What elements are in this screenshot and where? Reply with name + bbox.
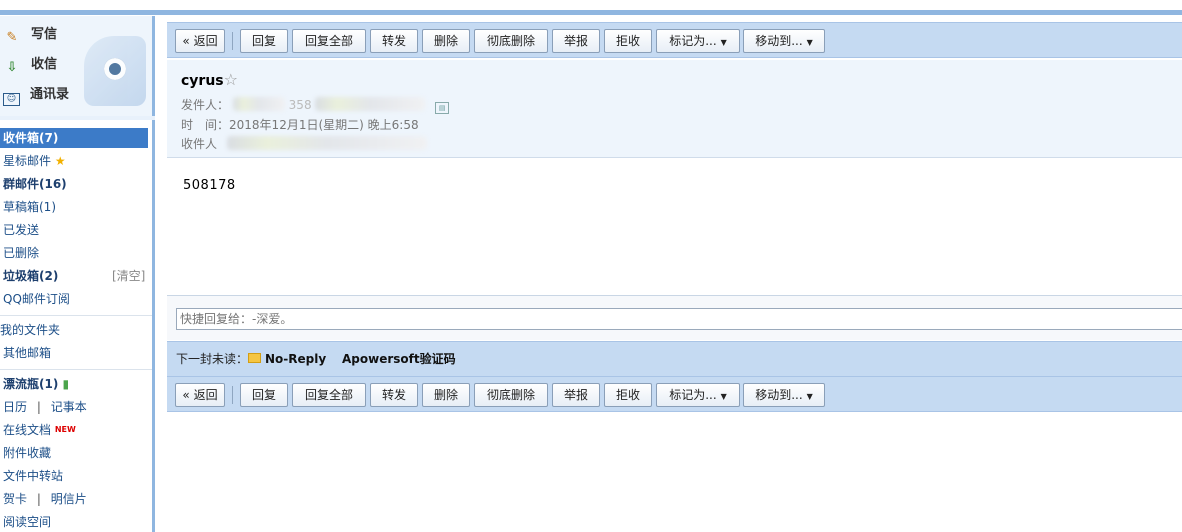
greeting-card-link[interactable]: 贺卡 [3, 492, 27, 506]
pencil-icon: ✎ [6, 30, 18, 45]
reject-button[interactable]: 拒收 [604, 383, 652, 407]
folder-starred[interactable]: 星标邮件 ★ [3, 151, 66, 171]
top-toolbar: « 返回 回复 回复全部 转发 删除 彻底删除 举报 拒收 标记为... ▼ 移动… [167, 22, 1182, 58]
postcard-link[interactable]: 明信片 [51, 492, 87, 506]
new-badge: NEW [54, 425, 76, 434]
reply-all-button[interactable]: 回复全部 [292, 383, 366, 407]
mark-as-dropdown[interactable]: 标记为... ▼ [656, 383, 740, 407]
cards-row: 贺卡 | 明信片 [3, 489, 87, 509]
back-button[interactable]: « 返回 [175, 383, 225, 407]
forward-button[interactable]: 转发 [370, 29, 418, 53]
move-to-dropdown[interactable]: 移动到... ▼ [743, 29, 825, 53]
folder-group-mail[interactable]: 群邮件(16) [3, 174, 67, 194]
reply-button[interactable]: 回复 [240, 29, 288, 53]
chevron-down-icon: ▼ [720, 392, 727, 401]
file-transfer-link[interactable]: 文件中转站 [3, 466, 63, 486]
quick-reply-input[interactable] [176, 308, 1182, 330]
sidebar: ✎ 写信 ⇩ 收信 ☺ 通讯录 收件箱(7) 星标邮件 ★ 群邮件(16) 草稿箱(1… [0, 16, 155, 532]
online-docs-link[interactable]: 在线文档 NEW [3, 420, 76, 440]
calendar-notes-row: 日历 | 记事本 [3, 397, 87, 417]
time-row: 时 间：2018年12月1日(星期二) 晚上6:58 [181, 118, 419, 132]
penguin-decoration-icon [84, 36, 146, 106]
add-contact-icon[interactable]: ▤ [435, 102, 450, 114]
delete-button[interactable]: 删除 [422, 383, 470, 407]
folder-other-mailboxes[interactable]: 其他邮箱 [3, 343, 51, 363]
toolbar-separator [232, 386, 233, 404]
folder-sent[interactable]: 已发送 [3, 220, 39, 240]
report-button[interactable]: 举报 [552, 29, 600, 53]
notes-link[interactable]: 记事本 [51, 400, 87, 414]
sidebar-divider [0, 369, 152, 370]
envelope-icon [248, 353, 261, 363]
next-unread-subject[interactable]: Apowersoft验证码 [342, 342, 456, 376]
star-toggle-icon[interactable]: ☆ [224, 70, 238, 89]
sender-address-partial: 358 [288, 98, 312, 112]
message-view: « 返回 回复 回复全部 转发 删除 彻底删除 举报 拒收 标记为... ▼ 移动… [167, 16, 1182, 532]
folder-my-folders[interactable]: 我的文件夹 [0, 320, 60, 340]
folder-subscriptions[interactable]: QQ邮件订阅 [3, 289, 70, 309]
compose-button[interactable]: ✎ 写信 [3, 24, 57, 46]
move-to-dropdown[interactable]: 移动到... ▼ [743, 383, 825, 407]
message-subject: cyrus☆ [181, 70, 238, 89]
folder-inbox[interactable]: 收件箱(7) [0, 128, 148, 148]
delete-permanent-button[interactable]: 彻底删除 [474, 29, 548, 53]
chevron-down-icon: ▼ [720, 38, 727, 47]
divider-bar: | [36, 492, 41, 506]
sidebar-quick-actions: ✎ 写信 ⇩ 收信 ☺ 通讯录 [0, 16, 155, 116]
bottom-toolbar: « 返回 回复 回复全部 转发 删除 彻底删除 举报 拒收 标记为... ▼ 移动… [167, 376, 1182, 412]
delete-button[interactable]: 删除 [422, 29, 470, 53]
divider-bar: | [36, 400, 41, 414]
inbox-download-icon: ⇩ [6, 60, 18, 75]
message-body: 508178 [183, 178, 236, 193]
message-header: cyrus☆ 发件人： 358 ▤ 时 间：2018年12月1日(星期二) 晚上… [167, 60, 1182, 158]
clear-spam-link[interactable]: [清空] [112, 266, 145, 286]
receive-mail-button[interactable]: ⇩ 收信 [3, 54, 57, 76]
redacted-sender-name [232, 97, 285, 111]
folder-deleted[interactable]: 已删除 [3, 243, 39, 263]
reject-button[interactable]: 拒收 [604, 29, 652, 53]
chevron-down-icon: ▼ [806, 392, 813, 401]
star-icon: ★ [54, 154, 66, 168]
sender-row: 发件人： 358 ▤ [181, 95, 450, 115]
back-button[interactable]: « 返回 [175, 29, 225, 53]
folder-list: 收件箱(7) 星标邮件 ★ 群邮件(16) 草稿箱(1) 已发送 已删除 垃圾箱… [0, 120, 155, 532]
report-button[interactable]: 举报 [552, 383, 600, 407]
forward-button[interactable]: 转发 [370, 383, 418, 407]
reply-all-button[interactable]: 回复全部 [292, 29, 366, 53]
contacts-button[interactable]: ☺ 通讯录 [3, 84, 69, 106]
sidebar-divider [0, 315, 152, 316]
toolbar-separator [232, 32, 233, 50]
top-accent-line [0, 10, 1182, 15]
reading-space-link[interactable]: 阅读空间 [3, 512, 51, 532]
redacted-sender-address [315, 97, 426, 111]
drift-bottle-link[interactable]: 漂流瓶(1) ▮ [3, 374, 69, 394]
reply-button[interactable]: 回复 [240, 383, 288, 407]
mark-as-dropdown[interactable]: 标记为... ▼ [656, 29, 740, 53]
chevron-down-icon: ▼ [806, 38, 813, 47]
redacted-recipient [226, 136, 427, 150]
folder-drafts[interactable]: 草稿箱(1) [3, 197, 56, 217]
next-unread-bar: 下一封未读： No-Reply Apowersoft验证码 [167, 341, 1182, 376]
folder-spam[interactable]: 垃圾箱(2) [3, 266, 58, 286]
quick-reply-area [167, 295, 1182, 340]
next-unread-sender[interactable]: No-Reply [265, 342, 326, 376]
delete-permanent-button[interactable]: 彻底删除 [474, 383, 548, 407]
contacts-card-icon: ☺ [3, 93, 20, 106]
bottle-icon: ▮ [62, 377, 70, 391]
recipient-row: 收件人 [181, 134, 427, 154]
top-bar [0, 0, 1182, 16]
calendar-link[interactable]: 日历 [3, 400, 27, 414]
attachments-link[interactable]: 附件收藏 [3, 443, 51, 463]
